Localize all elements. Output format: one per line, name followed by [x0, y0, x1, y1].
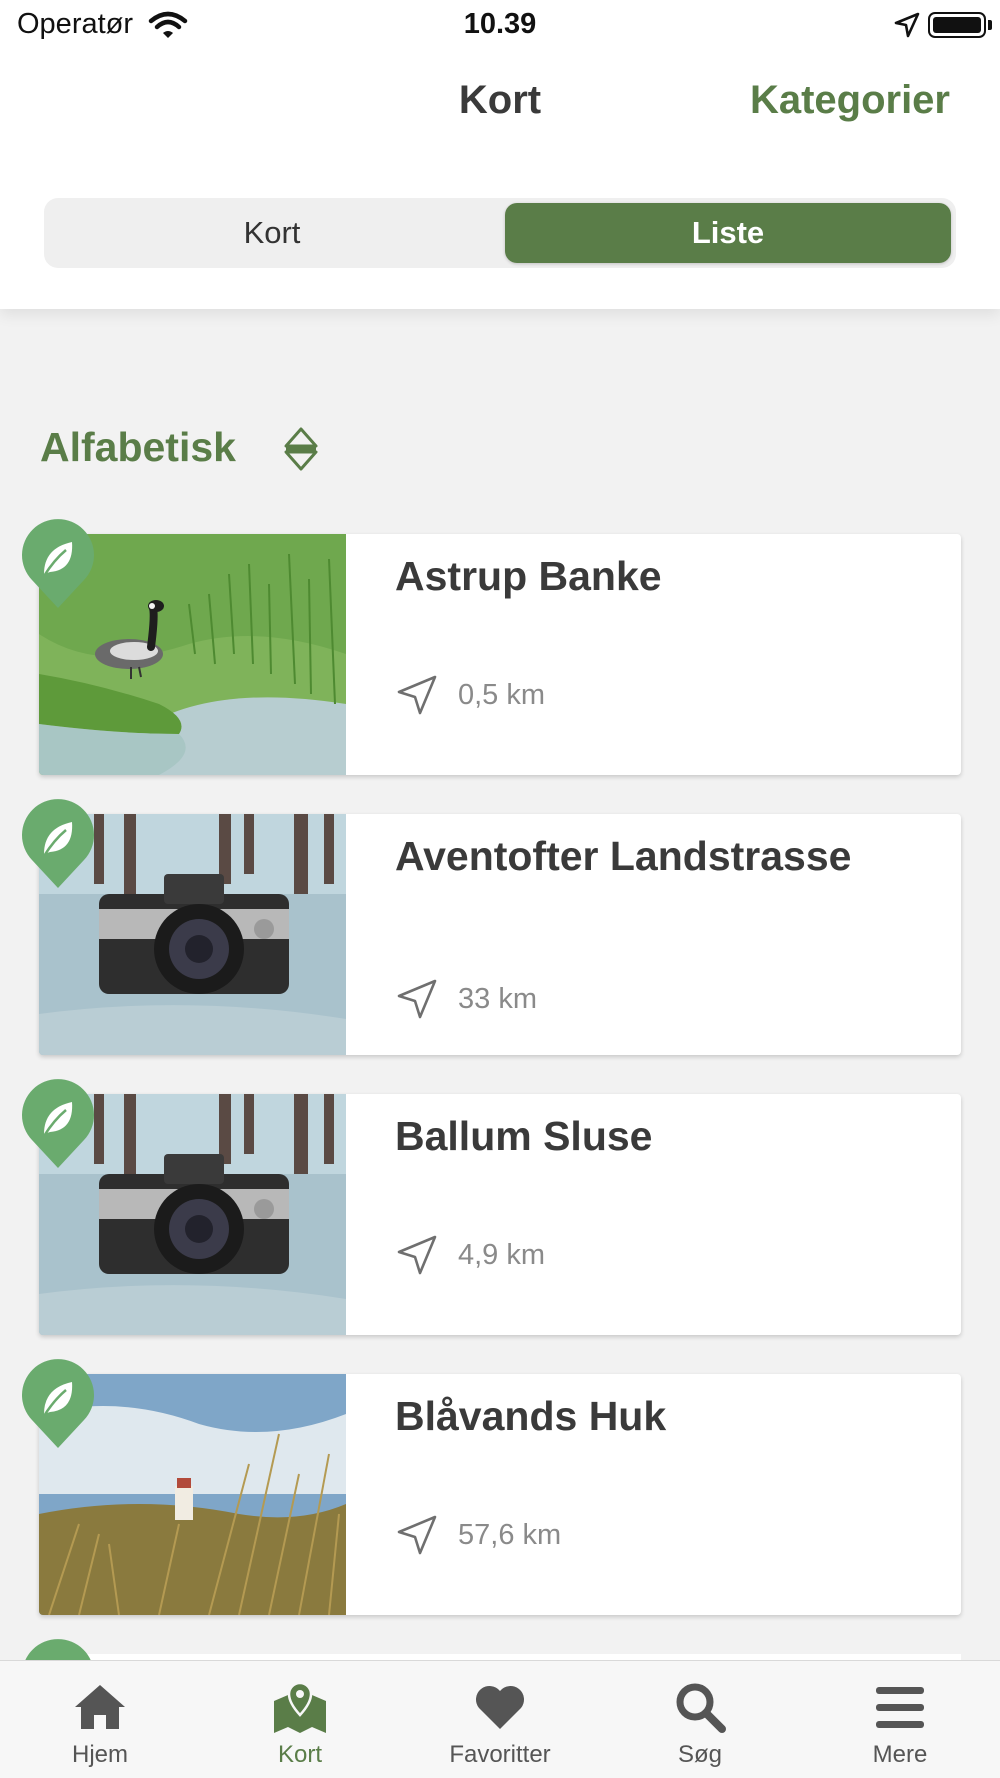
tab-bar: Hjem Kort Favoritter Søg Mere	[0, 1660, 1000, 1778]
item-distance: 4,9 km	[395, 1233, 545, 1277]
sort-label[interactable]: Alfabetisk	[40, 424, 236, 471]
item-distance-text: 4,9 km	[458, 1238, 546, 1271]
item-distance: 57,6 km	[395, 1513, 561, 1557]
menu-icon	[876, 1687, 924, 1728]
tab-more[interactable]: Mere	[800, 1661, 1000, 1778]
tab-favorites[interactable]: Favoritter	[400, 1661, 600, 1778]
map-icon	[274, 1681, 326, 1733]
tab-home[interactable]: Hjem	[0, 1661, 200, 1778]
categories-button[interactable]: Kategorier	[750, 78, 950, 123]
list-item[interactable]: Ballum Sluse 4,9 km	[39, 1094, 961, 1335]
navigation-arrow-icon	[397, 675, 437, 715]
battery-icon	[928, 12, 986, 38]
item-title: Astrup Banke	[395, 553, 662, 599]
tab-map[interactable]: Kort	[200, 1661, 400, 1778]
tab-label: Hjem	[71, 1741, 128, 1768]
tab-label: Favoritter	[449, 1741, 551, 1768]
tab-label: Mere	[872, 1741, 928, 1768]
item-distance-text: 33 km	[458, 982, 537, 1015]
tab-label: Kort	[277, 1741, 322, 1768]
item-title: Blåvands Huk	[395, 1393, 667, 1439]
tab-label: Søg	[677, 1741, 722, 1768]
nature-category-pin-icon	[22, 519, 94, 608]
list-item[interactable]: Blåvands Huk 57,6 km	[39, 1374, 961, 1615]
header: Operatør 10.39 Kort Kategorier Kort List…	[0, 0, 1000, 309]
navigation-arrow-icon	[397, 1515, 437, 1555]
list-item[interactable]: Aventofter Landstrasse 33 km	[39, 814, 961, 1055]
nature-category-pin-icon	[22, 1079, 94, 1168]
item-distance-text: 57,6 km	[458, 1518, 562, 1551]
item-distance: 0,5 km	[395, 673, 545, 717]
item-distance-text: 0,5 km	[458, 678, 546, 711]
home-icon	[75, 1685, 125, 1729]
nature-category-pin-icon	[22, 1359, 94, 1448]
segment-map[interactable]: Kort	[49, 203, 495, 263]
item-title: Ballum Sluse	[395, 1113, 653, 1159]
item-title: Aventofter Landstrasse	[395, 833, 852, 879]
battery-tip	[988, 20, 992, 30]
list-item[interactable]: Astrup Banke 0,5 km	[39, 534, 961, 775]
sort-icon[interactable]	[283, 425, 319, 473]
tab-search[interactable]: Søg	[600, 1661, 800, 1778]
navigation-arrow-icon	[397, 1235, 437, 1275]
navigation-arrow-icon	[397, 979, 437, 1019]
status-time: 10.39	[463, 8, 537, 40]
search-icon	[676, 1683, 726, 1733]
nature-category-pin-icon	[22, 799, 94, 888]
segment-list[interactable]: Liste	[505, 203, 951, 263]
status-bar: Operatør 10.39	[0, 0, 1000, 52]
heart-icon	[475, 1685, 525, 1729]
view-mode-segmented-control: Kort Liste	[44, 198, 956, 268]
item-distance: 33 km	[395, 977, 537, 1021]
location-services-icon	[894, 12, 920, 38]
